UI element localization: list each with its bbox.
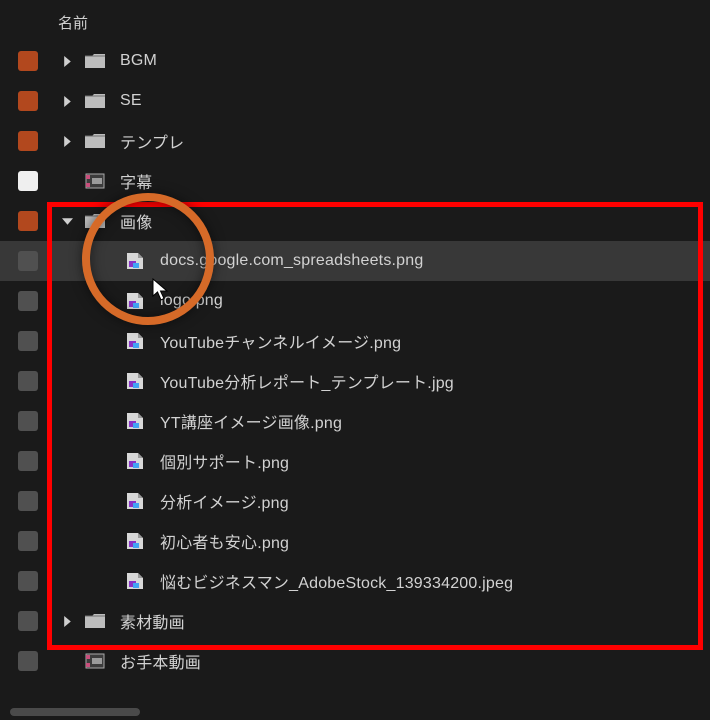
- file-row[interactable]: 分析イメージ.png: [0, 481, 710, 521]
- item-name[interactable]: 初心者も安心.png: [160, 529, 289, 553]
- item-name[interactable]: docs.google.com_spreadsheets.png: [160, 252, 423, 270]
- folder-icon: [84, 131, 106, 151]
- label-chip[interactable]: [18, 651, 38, 671]
- item-name[interactable]: 個別サポート.png: [160, 449, 289, 473]
- label-chip[interactable]: [18, 211, 38, 231]
- item-name[interactable]: 分析イメージ.png: [160, 489, 289, 513]
- image-file-icon: [124, 331, 146, 351]
- item-name[interactable]: お手本動画: [120, 649, 201, 673]
- folder-icon: [84, 91, 106, 111]
- image-file-icon: [124, 531, 146, 551]
- label-chip[interactable]: [18, 91, 38, 111]
- sequence-row[interactable]: 字幕: [0, 161, 710, 201]
- item-name[interactable]: logo.png: [160, 292, 223, 310]
- label-chip[interactable]: [18, 131, 38, 151]
- label-chip[interactable]: [18, 531, 38, 551]
- horizontal-scrollbar[interactable]: [10, 708, 140, 716]
- file-row[interactable]: YT講座イメージ画像.png: [0, 401, 710, 441]
- chevron-right-icon[interactable]: [60, 94, 74, 108]
- folder-icon: [84, 611, 106, 631]
- item-name[interactable]: YouTubeチャンネルイメージ.png: [160, 329, 401, 353]
- image-file-icon: [124, 251, 146, 271]
- file-row[interactable]: docs.google.com_spreadsheets.png: [0, 241, 710, 281]
- folder-icon: [84, 51, 106, 71]
- label-chip[interactable]: [18, 611, 38, 631]
- bin-row[interactable]: テンプレ: [0, 121, 710, 161]
- file-row[interactable]: 悩むビジネスマン_AdobeStock_139334200.jpeg: [0, 561, 710, 601]
- bin-row[interactable]: 素材動画: [0, 601, 710, 641]
- bin-row[interactable]: 画像: [0, 201, 710, 241]
- item-name[interactable]: BGM: [120, 52, 157, 70]
- file-row[interactable]: 初心者も安心.png: [0, 521, 710, 561]
- bin-row[interactable]: SE: [0, 81, 710, 121]
- chevron-down-icon[interactable]: [60, 214, 74, 228]
- item-name[interactable]: YT講座イメージ画像.png: [160, 409, 342, 433]
- label-chip[interactable]: [18, 371, 38, 391]
- folder-icon: [84, 211, 106, 231]
- sequence-icon: [84, 651, 106, 671]
- label-chip[interactable]: [18, 491, 38, 511]
- sequence-row[interactable]: お手本動画: [0, 641, 710, 681]
- label-chip[interactable]: [18, 291, 38, 311]
- item-name[interactable]: 悩むビジネスマン_AdobeStock_139334200.jpeg: [160, 569, 513, 593]
- item-name[interactable]: 画像: [120, 209, 152, 233]
- chevron-right-icon[interactable]: [60, 134, 74, 148]
- chevron-right-icon[interactable]: [60, 54, 74, 68]
- image-file-icon: [124, 411, 146, 431]
- item-name[interactable]: テンプレ: [120, 129, 184, 153]
- project-rows: BGM SE テンプレ字幕画像 docs.google.com_spreadsheet…: [0, 41, 710, 681]
- image-file-icon: [124, 451, 146, 471]
- label-chip[interactable]: [18, 411, 38, 431]
- image-file-icon: [124, 371, 146, 391]
- item-name[interactable]: YouTube分析レポート_テンプレート.jpg: [160, 369, 454, 393]
- column-header-name[interactable]: 名前: [0, 6, 710, 41]
- file-row[interactable]: 個別サポート.png: [0, 441, 710, 481]
- item-name[interactable]: 素材動画: [120, 609, 185, 633]
- sequence-icon: [84, 171, 106, 191]
- image-file-icon: [124, 571, 146, 591]
- file-row[interactable]: YouTube分析レポート_テンプレート.jpg: [0, 361, 710, 401]
- file-row[interactable]: logo.png: [0, 281, 710, 321]
- label-chip[interactable]: [18, 331, 38, 351]
- label-chip[interactable]: [18, 571, 38, 591]
- bin-row[interactable]: BGM: [0, 41, 710, 81]
- label-chip[interactable]: [18, 451, 38, 471]
- image-file-icon: [124, 491, 146, 511]
- file-row[interactable]: YouTubeチャンネルイメージ.png: [0, 321, 710, 361]
- chevron-right-icon[interactable]: [60, 614, 74, 628]
- label-chip[interactable]: [18, 171, 38, 191]
- item-name[interactable]: SE: [120, 92, 142, 110]
- label-chip[interactable]: [18, 51, 38, 71]
- image-file-icon: [124, 291, 146, 311]
- item-name[interactable]: 字幕: [120, 169, 152, 193]
- label-chip[interactable]: [18, 251, 38, 271]
- project-panel: 名前 BGM SE テンプレ字幕画像 docs.google.com_spreadsh…: [0, 0, 710, 720]
